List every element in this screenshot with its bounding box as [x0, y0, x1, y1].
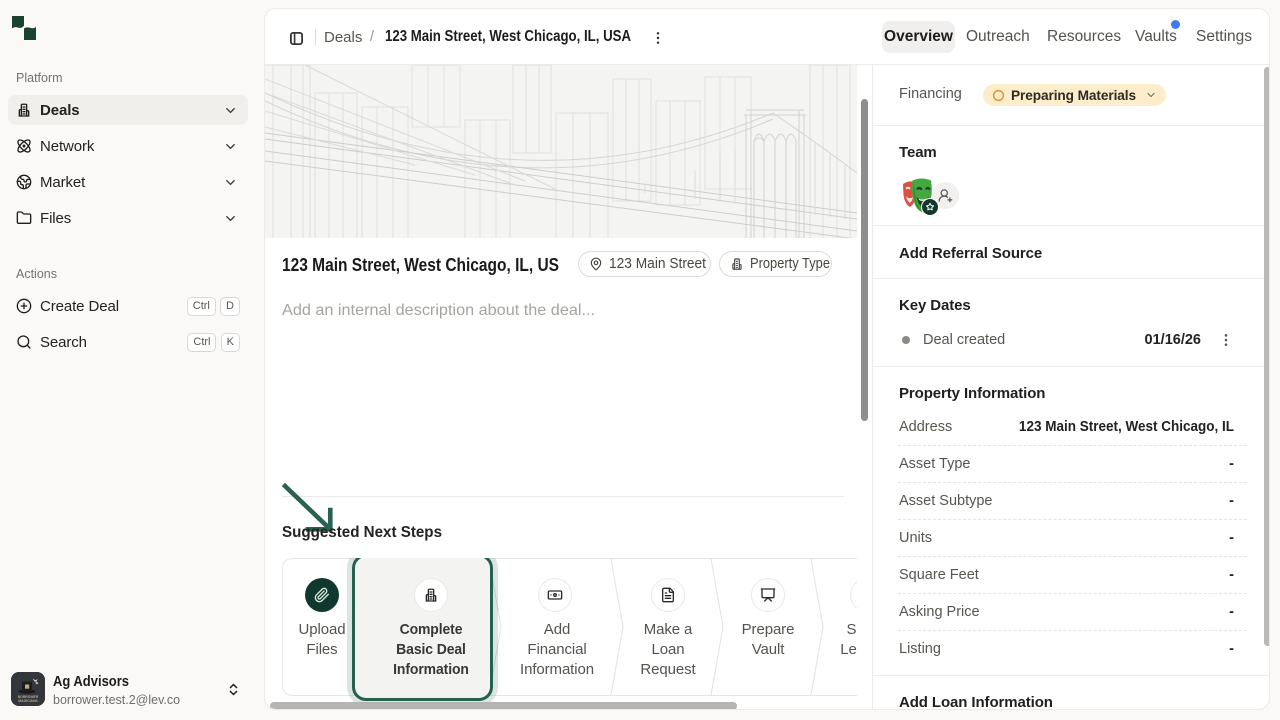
svg-text:MAGICIANS: MAGICIANS: [18, 699, 38, 703]
